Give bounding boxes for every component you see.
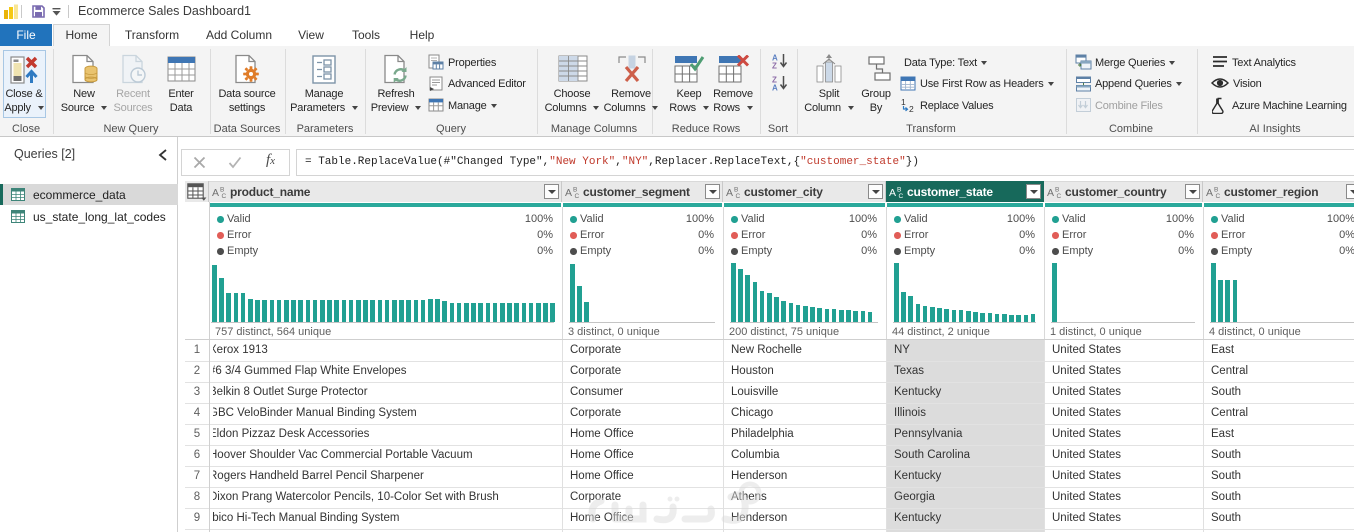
svg-text:C: C (736, 193, 741, 198)
svg-text:Z: Z (772, 62, 777, 70)
svg-text:A: A (1206, 187, 1213, 198)
svg-text:A: A (565, 187, 572, 198)
svg-text:C: C (575, 193, 580, 198)
svg-text:C: C (222, 193, 227, 198)
svg-text:A: A (212, 187, 219, 198)
svg-text:A: A (1047, 187, 1054, 198)
svg-text:C: C (899, 193, 904, 198)
svg-text:A: A (889, 187, 896, 198)
svg-text:1: 1 (901, 97, 906, 107)
svg-text:C: C (1216, 193, 1221, 198)
svg-text:C: C (1057, 193, 1062, 198)
svg-text:A: A (726, 187, 733, 198)
svg-text:2: 2 (909, 104, 914, 113)
